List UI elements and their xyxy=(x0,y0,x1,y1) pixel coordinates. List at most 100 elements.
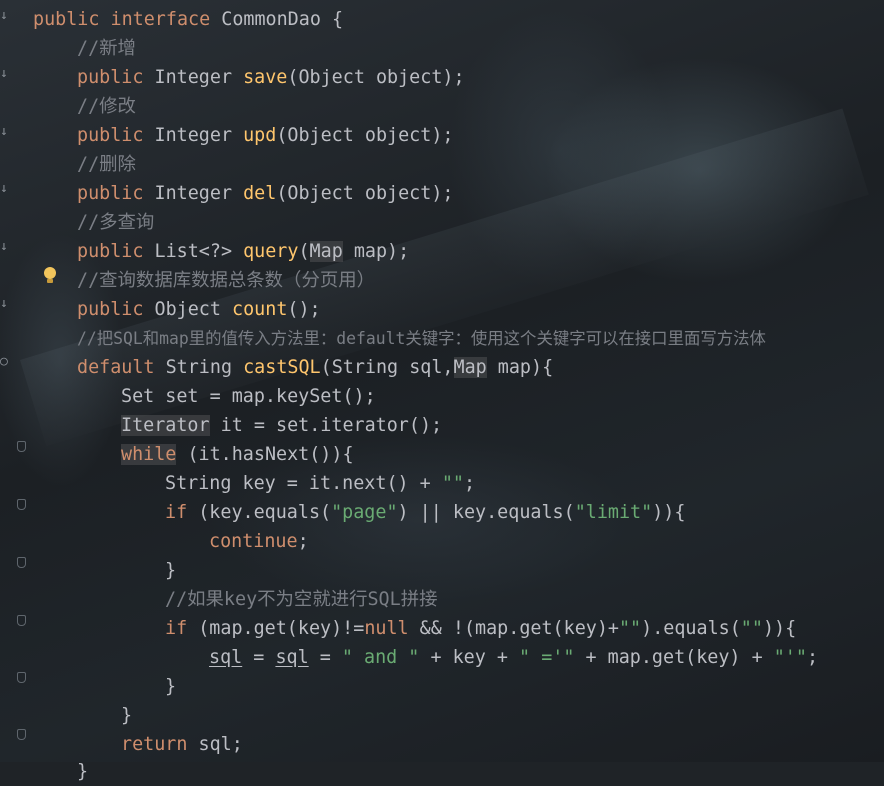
code-comment: //修改 xyxy=(77,96,136,117)
code-token: (key.equals( xyxy=(187,502,332,523)
implementation-arrow-icon[interactable]: ↓ xyxy=(0,297,12,311)
code-token: ).equals( xyxy=(641,618,741,639)
code-comment: //删除 xyxy=(77,154,136,175)
code-token: (Object object); xyxy=(276,125,454,146)
code-token: upd xyxy=(243,125,277,146)
code-token: Map xyxy=(453,357,487,378)
code-line: } xyxy=(121,705,133,726)
code-line: } xyxy=(165,676,177,697)
code-line: default String castSQL(String sql,Map ma… xyxy=(77,353,553,382)
code-token: castSQL xyxy=(243,357,321,378)
code-token: String key = it.next() + xyxy=(165,473,442,494)
code-token: public xyxy=(77,241,144,262)
code-token: ; xyxy=(463,473,476,494)
code-line: public Integer del(Object object); xyxy=(77,179,453,208)
code-token: Map xyxy=(309,241,343,262)
code-token: )){ xyxy=(762,618,797,639)
code-token: return xyxy=(121,734,188,755)
code-line: continue; xyxy=(209,527,309,556)
code-line: } xyxy=(77,761,89,782)
code-token: ) || key.equals( xyxy=(397,502,575,523)
code-comment: //新增 xyxy=(77,38,136,59)
code-token: del xyxy=(243,183,277,204)
code-token: + map.get(key) + xyxy=(574,647,774,668)
code-token: public xyxy=(33,9,100,30)
code-token: "page" xyxy=(331,502,398,523)
code-comment: //多查询 xyxy=(77,212,155,233)
code-line: Iterator it = set.iterator(); xyxy=(121,411,442,440)
implementation-arrow-icon[interactable]: ↓ xyxy=(0,9,12,23)
code-token: continue xyxy=(209,531,298,552)
code-token: (it.hasNext()){ xyxy=(176,444,354,465)
code-token: " ='" xyxy=(519,647,575,668)
code-token: (Object object); xyxy=(287,67,465,88)
code-line: public Integer upd(Object object); xyxy=(77,121,453,150)
code-token: count xyxy=(232,299,288,320)
code-line: return sql; xyxy=(121,730,243,759)
code-token: "'" xyxy=(773,647,807,668)
code-token: sql; xyxy=(187,734,243,755)
implementation-arrow-icon[interactable]: ↓ xyxy=(0,67,12,81)
code-token: while xyxy=(121,444,177,465)
code-token: "" xyxy=(618,618,642,639)
code-token: " and " xyxy=(341,647,420,668)
code-line: } xyxy=(165,560,177,581)
code-token: if xyxy=(165,502,188,523)
code-token: = xyxy=(308,647,342,668)
code-token: save xyxy=(243,67,288,88)
code-token: = xyxy=(242,647,276,668)
code-token: interface xyxy=(110,9,211,30)
code-token: ; xyxy=(297,531,309,552)
code-token: ; xyxy=(806,647,819,668)
code-line: public Object count(); xyxy=(77,295,321,324)
code-token: it = set.iterator(); xyxy=(209,415,443,436)
code-line: String key = it.next() + ""; xyxy=(165,469,475,498)
fold-icon[interactable] xyxy=(17,672,26,683)
code-token: Integer xyxy=(154,125,244,146)
code-token: (map.get(key)!= xyxy=(187,618,365,639)
implementation-arrow-icon[interactable]: ↓ xyxy=(0,125,12,139)
code-comment: //把SQL和map里的值传入方法里：default关键字：使用这个关键字可以在… xyxy=(77,329,766,348)
code-line: Set set = map.keySet(); xyxy=(121,386,376,407)
code-token: if xyxy=(165,618,188,639)
fold-icon[interactable] xyxy=(17,441,26,452)
code-token: (); xyxy=(287,299,321,320)
code-token: CommonDao { xyxy=(221,9,344,30)
code-token: "" xyxy=(441,473,464,494)
intention-bulb-icon[interactable] xyxy=(43,267,57,285)
implementation-arrow-icon[interactable]: ↓ xyxy=(0,182,12,196)
code-token: map); xyxy=(342,241,410,262)
code-token: List<?> xyxy=(154,241,244,262)
code-token: Object xyxy=(154,299,233,320)
code-line: while (it.hasNext()){ xyxy=(121,440,354,469)
code-line: public interface CommonDao { xyxy=(33,5,343,34)
code-token: query xyxy=(243,241,299,262)
fold-icon[interactable] xyxy=(17,615,26,626)
code-token: "limit" xyxy=(574,502,653,523)
implementation-arrow-icon[interactable]: ↓ xyxy=(0,240,12,254)
code-line: if (map.get(key)!=null && !(map.get(key)… xyxy=(165,614,796,643)
code-token: Iterator xyxy=(121,415,210,436)
code-token: && !(map.get(key)+ xyxy=(408,618,619,639)
code-token: ( xyxy=(298,241,310,262)
code-token: map){ xyxy=(486,357,554,378)
code-token: (String sql, xyxy=(320,357,454,378)
fold-icon[interactable] xyxy=(17,729,26,740)
code-token: default xyxy=(77,357,155,378)
fold-icon[interactable] xyxy=(17,557,26,568)
code-token: sql xyxy=(209,647,243,668)
code-token: String xyxy=(165,357,244,378)
code-token: "" xyxy=(740,618,763,639)
code-line: public Integer save(Object object); xyxy=(77,63,465,92)
code-token: null xyxy=(364,618,409,639)
code-token: public xyxy=(77,67,144,88)
code-token: public xyxy=(77,125,144,146)
code-token: Integer xyxy=(154,183,244,204)
code-comment: //如果key不为空就进行SQL拼接 xyxy=(165,589,438,610)
code-token: (Object object); xyxy=(276,183,454,204)
override-marker-icon[interactable]: ○ xyxy=(0,355,12,369)
fold-icon[interactable] xyxy=(17,499,26,510)
code-token: )){ xyxy=(652,502,686,523)
code-token: public xyxy=(77,299,144,320)
code-token: + key + xyxy=(419,647,520,668)
